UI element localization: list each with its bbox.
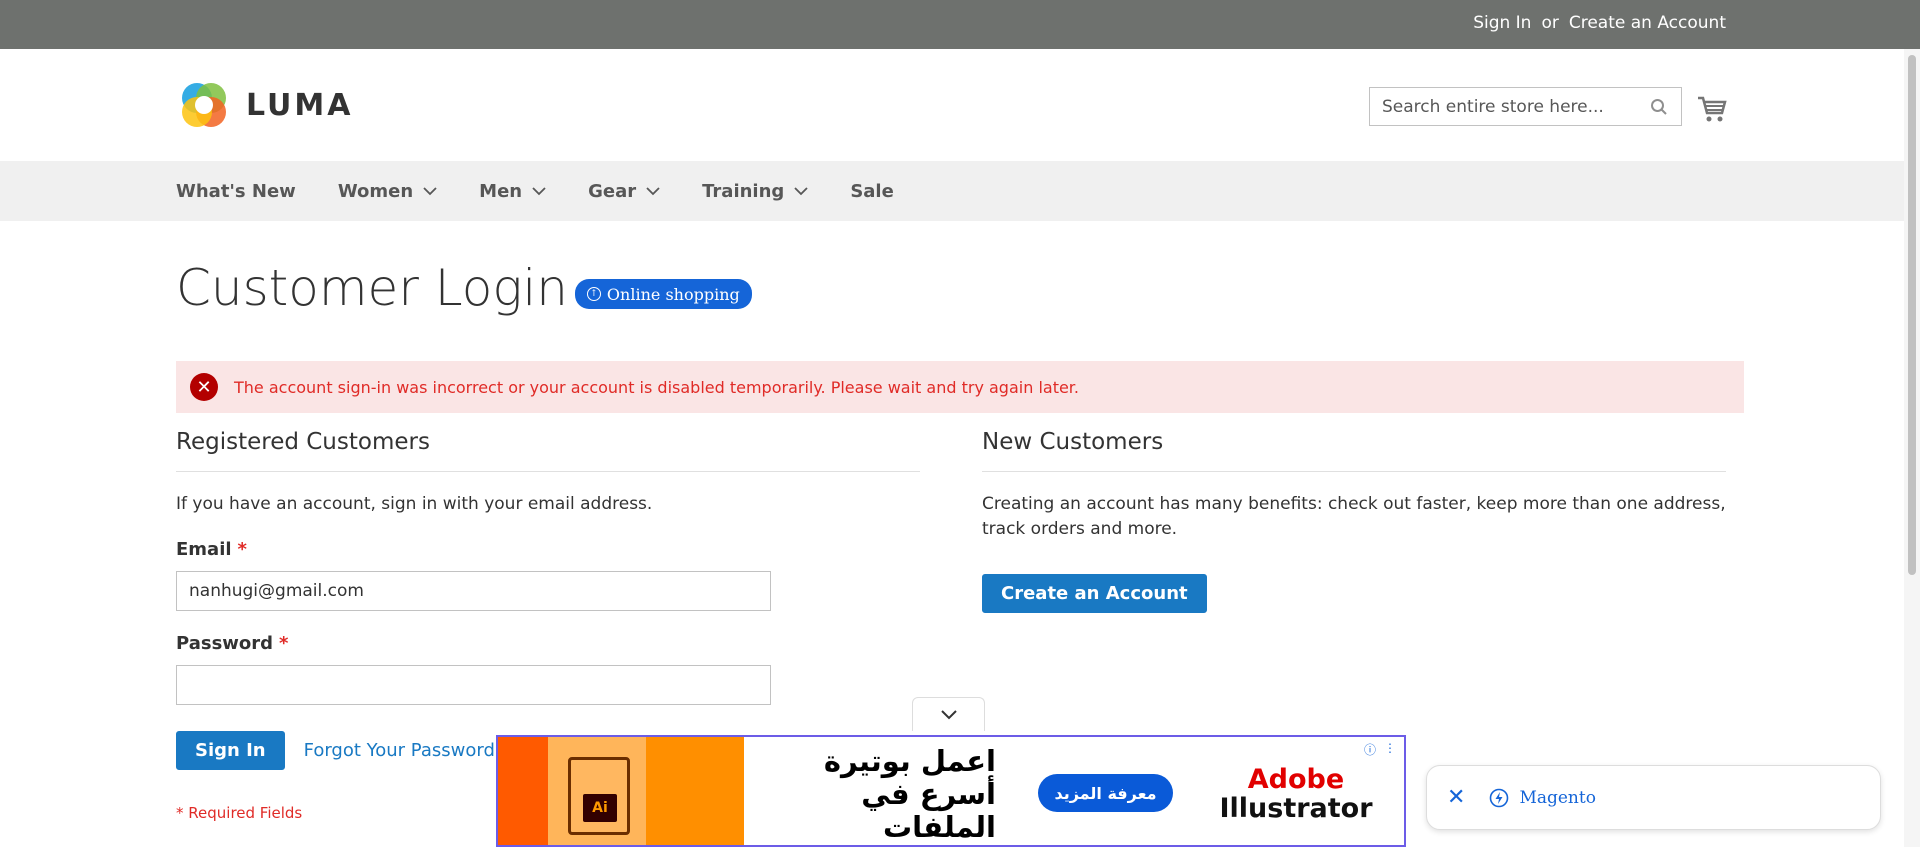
- page-title: Customer Login: [176, 259, 568, 317]
- ad-info[interactable]: ⓘ ⋮: [1364, 741, 1396, 758]
- scrollbar-thumb[interactable]: [1908, 55, 1916, 575]
- chevron-down-icon: [940, 710, 957, 720]
- ad-brand: Adobe Illustrator: [1216, 765, 1376, 823]
- chevron-down-icon: [532, 186, 546, 196]
- close-icon[interactable]: ✕: [1447, 785, 1465, 810]
- sign-in-link[interactable]: Sign In: [1473, 13, 1531, 33]
- error-message: The account sign-in was incorrect or you…: [234, 377, 1079, 397]
- nav-item-training[interactable]: Training: [702, 181, 808, 202]
- pill-label[interactable]: Magento: [1489, 788, 1596, 808]
- ai-badge: Ai: [583, 794, 617, 822]
- ad-cta-button[interactable]: معرفة المزيد: [1038, 774, 1173, 812]
- email-label: Email *: [176, 539, 247, 560]
- nav-item-sale[interactable]: Sale: [850, 181, 894, 202]
- nav-item-women[interactable]: Women: [338, 181, 437, 202]
- nav-item-whats-new[interactable]: What's New: [176, 181, 296, 202]
- cart-icon[interactable]: [1697, 95, 1729, 127]
- info-icon[interactable]: ⓘ: [1364, 741, 1376, 758]
- ad-artwork: Ai: [498, 737, 744, 845]
- online-shopping-badge[interactable]: ↑ Online shopping: [574, 279, 752, 309]
- logo-text: LUMA: [246, 87, 354, 123]
- more-options-icon[interactable]: ⋮: [1384, 741, 1396, 758]
- nav-item-gear[interactable]: Gear: [588, 181, 660, 202]
- email-field[interactable]: nanhugi@gmail.com: [176, 571, 771, 611]
- ad-headline: اعمل بوتيرة أسرع في الملفات المعقدة.: [823, 744, 996, 846]
- brand-line-1: Adobe: [1247, 764, 1345, 795]
- luma-logo-icon: [182, 83, 226, 127]
- forgot-password-link[interactable]: Forgot Your Password?: [304, 740, 505, 761]
- search-box[interactable]: [1369, 87, 1682, 126]
- header: LUMA: [0, 49, 1920, 161]
- required-asterisk: *: [279, 633, 289, 654]
- top-bar: Sign In or Create an Account: [0, 0, 1920, 49]
- lightning-icon: [1490, 788, 1509, 807]
- search-icon[interactable]: [1649, 97, 1669, 117]
- sign-in-button[interactable]: Sign In: [176, 731, 285, 770]
- error-alert: ✕ The account sign-in was incorrect or y…: [176, 361, 1744, 413]
- scrollbar[interactable]: [1904, 49, 1920, 847]
- arrow-up-icon: ↑: [586, 287, 601, 301]
- top-links: Sign In or Create an Account: [1473, 13, 1726, 33]
- new-customers-intro: Creating an account has many benefits: c…: [982, 494, 1726, 539]
- password-label: Password *: [176, 633, 289, 654]
- create-account-link[interactable]: Create an Account: [1569, 13, 1726, 33]
- chevron-down-icon: [423, 186, 437, 196]
- brand-line-2: Illustrator: [1219, 793, 1373, 824]
- required-asterisk: *: [237, 539, 247, 560]
- error-icon: ✕: [190, 373, 218, 401]
- search-input[interactable]: [1382, 96, 1649, 117]
- ai-file-icon: Ai: [568, 757, 630, 835]
- registered-intro: If you have an account, sign in with you…: [176, 494, 653, 514]
- create-account-button[interactable]: Create an Account: [982, 574, 1207, 613]
- ad-collapse-toggle[interactable]: [912, 697, 985, 731]
- or-text: or: [1541, 13, 1559, 33]
- registered-heading: Registered Customers: [176, 429, 920, 472]
- password-field[interactable]: [176, 665, 771, 705]
- new-customers-heading: New Customers: [982, 429, 1726, 472]
- badge-label: Online shopping: [606, 284, 740, 304]
- chevron-down-icon: [646, 186, 660, 196]
- ad-banner[interactable]: Ai اعمل بوتيرة أسرع في الملفات المعقدة. …: [496, 735, 1406, 847]
- nav-item-men[interactable]: Men: [479, 181, 546, 202]
- main-nav: What's New Women Men Gear Training Sale: [0, 161, 1920, 221]
- chevron-down-icon: [794, 186, 808, 196]
- logo[interactable]: LUMA: [176, 77, 353, 133]
- floating-pill: ✕ Magento: [1426, 765, 1881, 830]
- title-row: Customer Login ↑ Online shopping: [176, 249, 1744, 317]
